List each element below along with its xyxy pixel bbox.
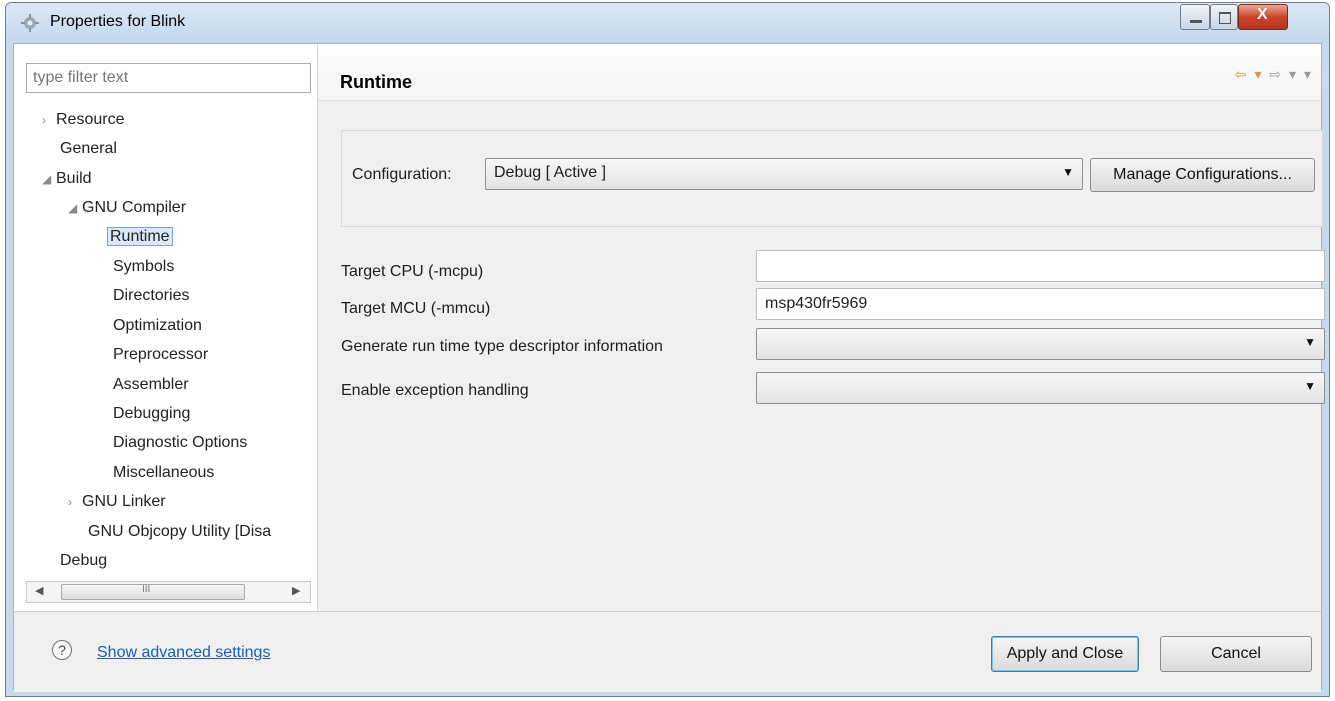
tree-item-label: Miscellaneous — [113, 464, 215, 481]
collapse-arrow-icon[interactable]: ◢ — [68, 201, 82, 215]
tree-item-label: Build — [56, 170, 92, 187]
tree-item-preprocessor[interactable]: Preprocessor — [113, 346, 208, 364]
target-mcu-input[interactable]: msp430fr5969 — [756, 288, 1325, 320]
window-title: Properties for Blink — [50, 13, 186, 30]
tree-item-build[interactable]: ◢ Build — [42, 170, 92, 188]
chevron-down-icon: ▼ — [1304, 335, 1316, 349]
tree-item-label: Debug — [60, 552, 108, 569]
scroll-grip: III — [142, 584, 151, 595]
tree-item-gnu-linker[interactable]: › GNU Linker — [68, 493, 166, 511]
tree-item-diagnostic-options[interactable]: Diagnostic Options — [113, 434, 247, 452]
exception-handling-select[interactable]: ▼ — [756, 372, 1325, 404]
page-header: Runtime ⇦ ▾ ⇨ ▾ ▾ — [318, 44, 1321, 101]
tree-item-miscellaneous[interactable]: Miscellaneous — [113, 464, 214, 482]
exception-handling-label: Enable exception handling — [341, 382, 529, 399]
runtime-page: Runtime ⇦ ▾ ⇨ ▾ ▾ Configuration: Debug [… — [318, 44, 1325, 611]
tree-item-label: Assembler — [113, 376, 189, 393]
tree-item-label: Runtime — [107, 227, 173, 246]
tree-item-label: Debugging — [113, 405, 191, 422]
dialog-client: ›ResourceGeneral◢Build◢GNU CompilerRunti… — [13, 43, 1325, 692]
tree-item-label: Resource — [56, 111, 125, 128]
tree-item-label: GNU Objcopy Utility [Disa — [88, 523, 272, 540]
minimize-button[interactable] — [1180, 4, 1210, 30]
configuration-select[interactable]: Debug [ Active ] ▼ — [485, 158, 1083, 190]
tree-item-label: Preprocessor — [113, 346, 209, 363]
tree-item-resource[interactable]: › Resource — [42, 111, 124, 129]
title-bar[interactable]: Properties for Blink X — [6, 3, 1329, 43]
tree-item-assembler[interactable]: Assembler — [113, 376, 189, 394]
tree-item-directories[interactable]: Directories — [113, 287, 189, 305]
configuration-group: Configuration: Debug [ Active ] ▼ Manage… — [341, 130, 1323, 227]
manage-configurations-button[interactable]: Manage Configurations... — [1090, 158, 1315, 192]
close-button[interactable]: X — [1238, 4, 1288, 30]
scroll-left-icon[interactable]: ◀ — [35, 584, 43, 597]
minimize-icon — [1190, 20, 1202, 23]
collapse-arrow-icon[interactable]: ◢ — [42, 172, 56, 186]
cancel-button[interactable]: Cancel — [1160, 636, 1312, 672]
rtti-label: Generate run time type descriptor inform… — [341, 338, 663, 355]
chevron-down-icon: ▼ — [1062, 165, 1074, 179]
tree-item-symbols[interactable]: Symbols — [113, 258, 174, 276]
configuration-value: Debug [ Active ] — [494, 164, 607, 181]
forward-arrow-icon[interactable]: ⇨ ▾ ▾ — [1269, 66, 1313, 82]
maximize-icon — [1219, 12, 1231, 24]
rtti-select[interactable]: ▼ — [756, 328, 1325, 360]
tree-item-label: General — [60, 140, 117, 157]
target-cpu-label: Target CPU (-mcpu) — [341, 263, 484, 280]
expand-arrow-icon[interactable]: › — [68, 495, 82, 509]
target-mcu-label: Target MCU (-mmcu) — [341, 300, 491, 317]
page-navigation: ⇦ ▾ ⇨ ▾ ▾ — [1235, 66, 1313, 83]
tree-horizontal-scrollbar[interactable]: ◀ III ▶ — [26, 581, 311, 603]
maximize-button[interactable] — [1210, 4, 1238, 30]
apply-and-close-button[interactable]: Apply and Close — [991, 636, 1139, 672]
configuration-label: Configuration: — [352, 166, 452, 183]
help-icon[interactable]: ? — [52, 640, 72, 660]
button-bar: ? Show advanced settings Apply and Close… — [14, 611, 1321, 692]
tree-item-debug[interactable]: Debug — [60, 552, 107, 570]
show-advanced-settings-link[interactable]: Show advanced settings — [97, 644, 270, 662]
tree-item-label: GNU Compiler — [82, 199, 187, 216]
tree-item-general[interactable]: General — [60, 140, 117, 158]
expand-arrow-icon[interactable]: › — [42, 113, 56, 127]
filter-input[interactable] — [26, 63, 311, 93]
tree-item-label: GNU Linker — [82, 493, 166, 510]
page-title: Runtime — [340, 72, 412, 92]
close-icon: X — [1257, 6, 1268, 23]
scroll-right-icon[interactable]: ▶ — [292, 584, 300, 597]
tree-item-label: Diagnostic Options — [113, 434, 248, 451]
scroll-thumb[interactable]: III — [61, 584, 245, 600]
tree-item-label: Optimization — [113, 317, 202, 334]
tree-item-label: Symbols — [113, 258, 175, 275]
tree-item-debugging[interactable]: Debugging — [113, 405, 190, 423]
tree-item-label: Directories — [113, 287, 190, 304]
property-tree-pane: ›ResourceGeneral◢Build◢GNU CompilerRunti… — [14, 44, 318, 611]
tree-item-optimization[interactable]: Optimization — [113, 317, 202, 335]
app-icon — [21, 14, 39, 32]
tree-item-gnu-compiler[interactable]: ◢ GNU Compiler — [68, 199, 186, 217]
properties-window: Properties for Blink X ›ResourceGeneral◢… — [5, 2, 1330, 697]
back-arrow-icon[interactable]: ⇦ ▾ — [1235, 66, 1264, 82]
target-cpu-input[interactable] — [756, 250, 1325, 282]
chevron-down-icon: ▼ — [1304, 379, 1316, 393]
tree-item-gnu-objcopy[interactable]: GNU Objcopy Utility [Disa — [88, 523, 271, 541]
tree-item-runtime[interactable]: Runtime — [107, 227, 173, 246]
